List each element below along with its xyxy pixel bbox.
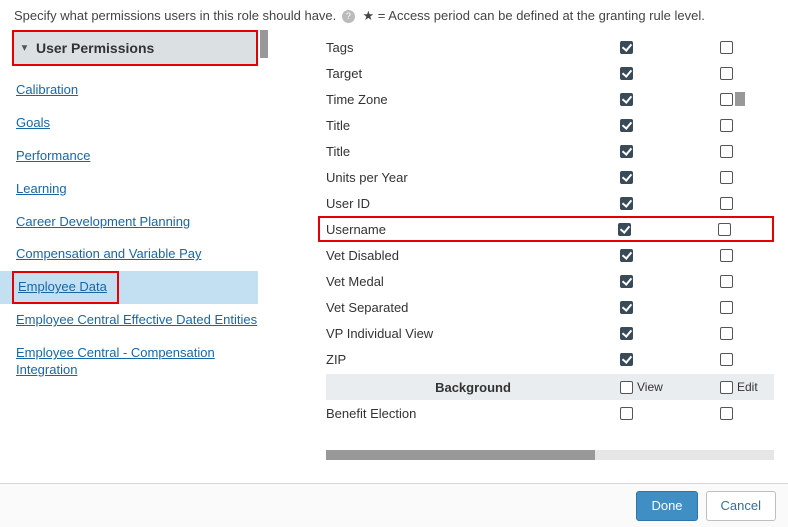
permission-row: Target xyxy=(326,60,774,86)
sidebar-header-label: User Permissions xyxy=(36,40,154,56)
permission-label: Benefit Election xyxy=(326,406,620,421)
main-horizontal-scrollbar[interactable] xyxy=(326,450,774,460)
section-label: Background xyxy=(326,380,620,395)
permission-row: ZIP xyxy=(326,346,774,372)
permission-row: Benefit Election xyxy=(326,400,774,426)
permission-label: Title xyxy=(326,144,620,159)
permission-row: Username xyxy=(318,216,774,242)
permission-col1-checkbox[interactable] xyxy=(620,407,633,420)
permission-row: Vet Separated xyxy=(326,294,774,320)
permission-col2-checkbox[interactable] xyxy=(720,67,733,80)
permissions-panel: Tags Target Time Zone Title Title Units per Y… xyxy=(268,30,788,460)
permission-label: VP Individual View xyxy=(326,326,620,341)
sidebar-item-performance[interactable]: Performance xyxy=(0,140,268,173)
sidebar-item-learning[interactable]: Learning xyxy=(0,173,268,206)
permission-row: Vet Disabled xyxy=(326,242,774,268)
sidebar-item-compensation-and-variable-pay[interactable]: Compensation and Variable Pay xyxy=(0,238,268,271)
sidebar-scrollbar-thumb[interactable] xyxy=(260,30,268,58)
permission-col1-checkbox[interactable] xyxy=(620,327,633,340)
permission-label: Title xyxy=(326,118,620,133)
instruction-bar: Specify what permissions users in this r… xyxy=(0,0,788,30)
permission-col2-checkbox[interactable] xyxy=(720,407,733,420)
section-edit-checkbox[interactable] xyxy=(720,381,733,394)
permission-label: Vet Medal xyxy=(326,274,620,289)
section-edit-label: Edit xyxy=(737,380,758,394)
permission-row: VP Individual View xyxy=(326,320,774,346)
sidebar-item-employee-central-effective-dated-entities[interactable]: Employee Central Effective Dated Entitie… xyxy=(0,304,268,337)
permission-col2-checkbox[interactable] xyxy=(720,41,733,54)
permission-label: Vet Disabled xyxy=(326,248,620,263)
chevron-down-icon: ▾ xyxy=(22,43,27,54)
permission-row: User ID xyxy=(326,190,774,216)
permission-row: Title xyxy=(326,112,774,138)
permission-col2-checkbox[interactable] xyxy=(720,93,733,106)
permission-col1-checkbox[interactable] xyxy=(620,67,633,80)
permission-col2-checkbox[interactable] xyxy=(720,197,733,210)
permission-col1-checkbox[interactable] xyxy=(620,197,633,210)
permission-row: Vet Medal xyxy=(326,268,774,294)
sidebar-item-goals[interactable]: Goals xyxy=(0,107,268,140)
permission-col2-checkbox[interactable] xyxy=(720,275,733,288)
permission-col2-checkbox[interactable] xyxy=(720,301,733,314)
permission-row: Units per Year xyxy=(326,164,774,190)
sidebar-item-employee-data[interactable]: Employee Data xyxy=(0,271,258,304)
permission-col1-checkbox[interactable] xyxy=(620,119,633,132)
permission-label: Tags xyxy=(326,40,620,55)
permission-label: Vet Separated xyxy=(326,300,620,315)
permission-row: Title xyxy=(326,138,774,164)
help-icon[interactable]: ? xyxy=(342,10,355,23)
permission-row: Tags xyxy=(326,34,774,60)
permission-col2-checkbox[interactable] xyxy=(720,145,733,158)
permission-col2-checkbox[interactable] xyxy=(720,327,733,340)
permission-label: Target xyxy=(326,66,620,81)
permission-row: Time Zone xyxy=(326,86,774,112)
grey-stub xyxy=(735,92,745,106)
permission-label: Units per Year xyxy=(326,170,620,185)
cancel-button[interactable]: Cancel xyxy=(706,491,776,521)
sidebar-item-calibration[interactable]: Calibration xyxy=(0,74,268,107)
permission-col1-checkbox[interactable] xyxy=(620,249,633,262)
sidebar: ▾ User Permissions CalibrationGoalsPerfo… xyxy=(0,30,268,460)
footer: Done Cancel xyxy=(0,483,788,527)
star-note: = Access period can be defined at the gr… xyxy=(378,8,705,23)
permission-label: User ID xyxy=(326,196,620,211)
done-button[interactable]: Done xyxy=(636,491,697,521)
permission-col2-checkbox[interactable] xyxy=(720,353,733,366)
permission-col1-checkbox[interactable] xyxy=(618,223,631,236)
permission-label: Time Zone xyxy=(326,92,620,107)
instruction-text: Specify what permissions users in this r… xyxy=(14,8,336,23)
permission-col1-checkbox[interactable] xyxy=(620,171,633,184)
permission-label: Username xyxy=(326,222,618,237)
permission-col2-checkbox[interactable] xyxy=(720,119,733,132)
star-icon: ★ xyxy=(363,8,375,23)
permission-col1-checkbox[interactable] xyxy=(620,275,633,288)
sidebar-item-career-development-planning[interactable]: Career Development Planning xyxy=(0,206,268,239)
section-row-background: Background View Edit xyxy=(326,374,774,400)
permission-col2-checkbox[interactable] xyxy=(720,171,733,184)
main-horizontal-scrollbar-thumb[interactable] xyxy=(326,450,595,460)
sidebar-header-user-permissions[interactable]: ▾ User Permissions xyxy=(12,30,258,66)
permission-label: ZIP xyxy=(326,352,620,367)
sidebar-item-label: Employee Data xyxy=(12,271,119,304)
permission-col1-checkbox[interactable] xyxy=(620,301,633,314)
permission-col2-checkbox[interactable] xyxy=(720,249,733,262)
section-view-checkbox[interactable] xyxy=(620,381,633,394)
permission-col1-checkbox[interactable] xyxy=(620,145,633,158)
permission-col1-checkbox[interactable] xyxy=(620,93,633,106)
permission-col1-checkbox[interactable] xyxy=(620,353,633,366)
permission-col2-checkbox[interactable] xyxy=(718,223,731,236)
section-view-label: View xyxy=(637,380,663,394)
sidebar-item-employee-central-compensation-integration[interactable]: Employee Central - Compensation Integrat… xyxy=(0,337,268,387)
permission-col1-checkbox[interactable] xyxy=(620,41,633,54)
